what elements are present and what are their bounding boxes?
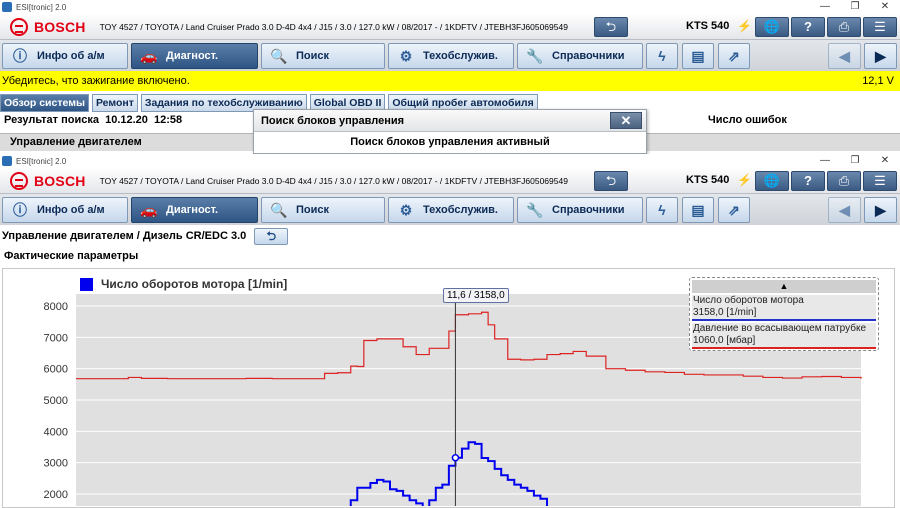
y-tick-label: 4000 — [44, 426, 68, 438]
y-tick-label: 7000 — [44, 332, 68, 344]
legend-swatch — [80, 277, 93, 291]
cursor-label: 11,6 / 3158,0 — [443, 288, 509, 303]
cursor-point — [451, 453, 460, 462]
value-panel[interactable]: ▲ Число оборотов мотора 3158,0 [1/min] Д… — [689, 277, 879, 351]
line-chart[interactable]: 2000 3000 4000 5000 6000 7000 8000 — [0, 0, 900, 506]
y-tick-label: 5000 — [44, 395, 68, 407]
y-tick-label: 6000 — [44, 364, 68, 376]
y-tick-label: 2000 — [44, 489, 68, 501]
y-tick-label: 8000 — [44, 301, 68, 313]
y-tick-label: 3000 — [44, 458, 68, 470]
value-item[interactable]: Давление во всасывающем патрубке 1060,0 … — [692, 323, 876, 349]
chart-legend: Число оборотов мотора [1/min] — [80, 277, 287, 291]
collapse-icon[interactable]: ▲ — [692, 280, 876, 293]
legend-label: Число оборотов мотора [1/min] — [101, 277, 288, 291]
value-item[interactable]: Число оборотов мотора 3158,0 [1/min] — [692, 295, 876, 321]
